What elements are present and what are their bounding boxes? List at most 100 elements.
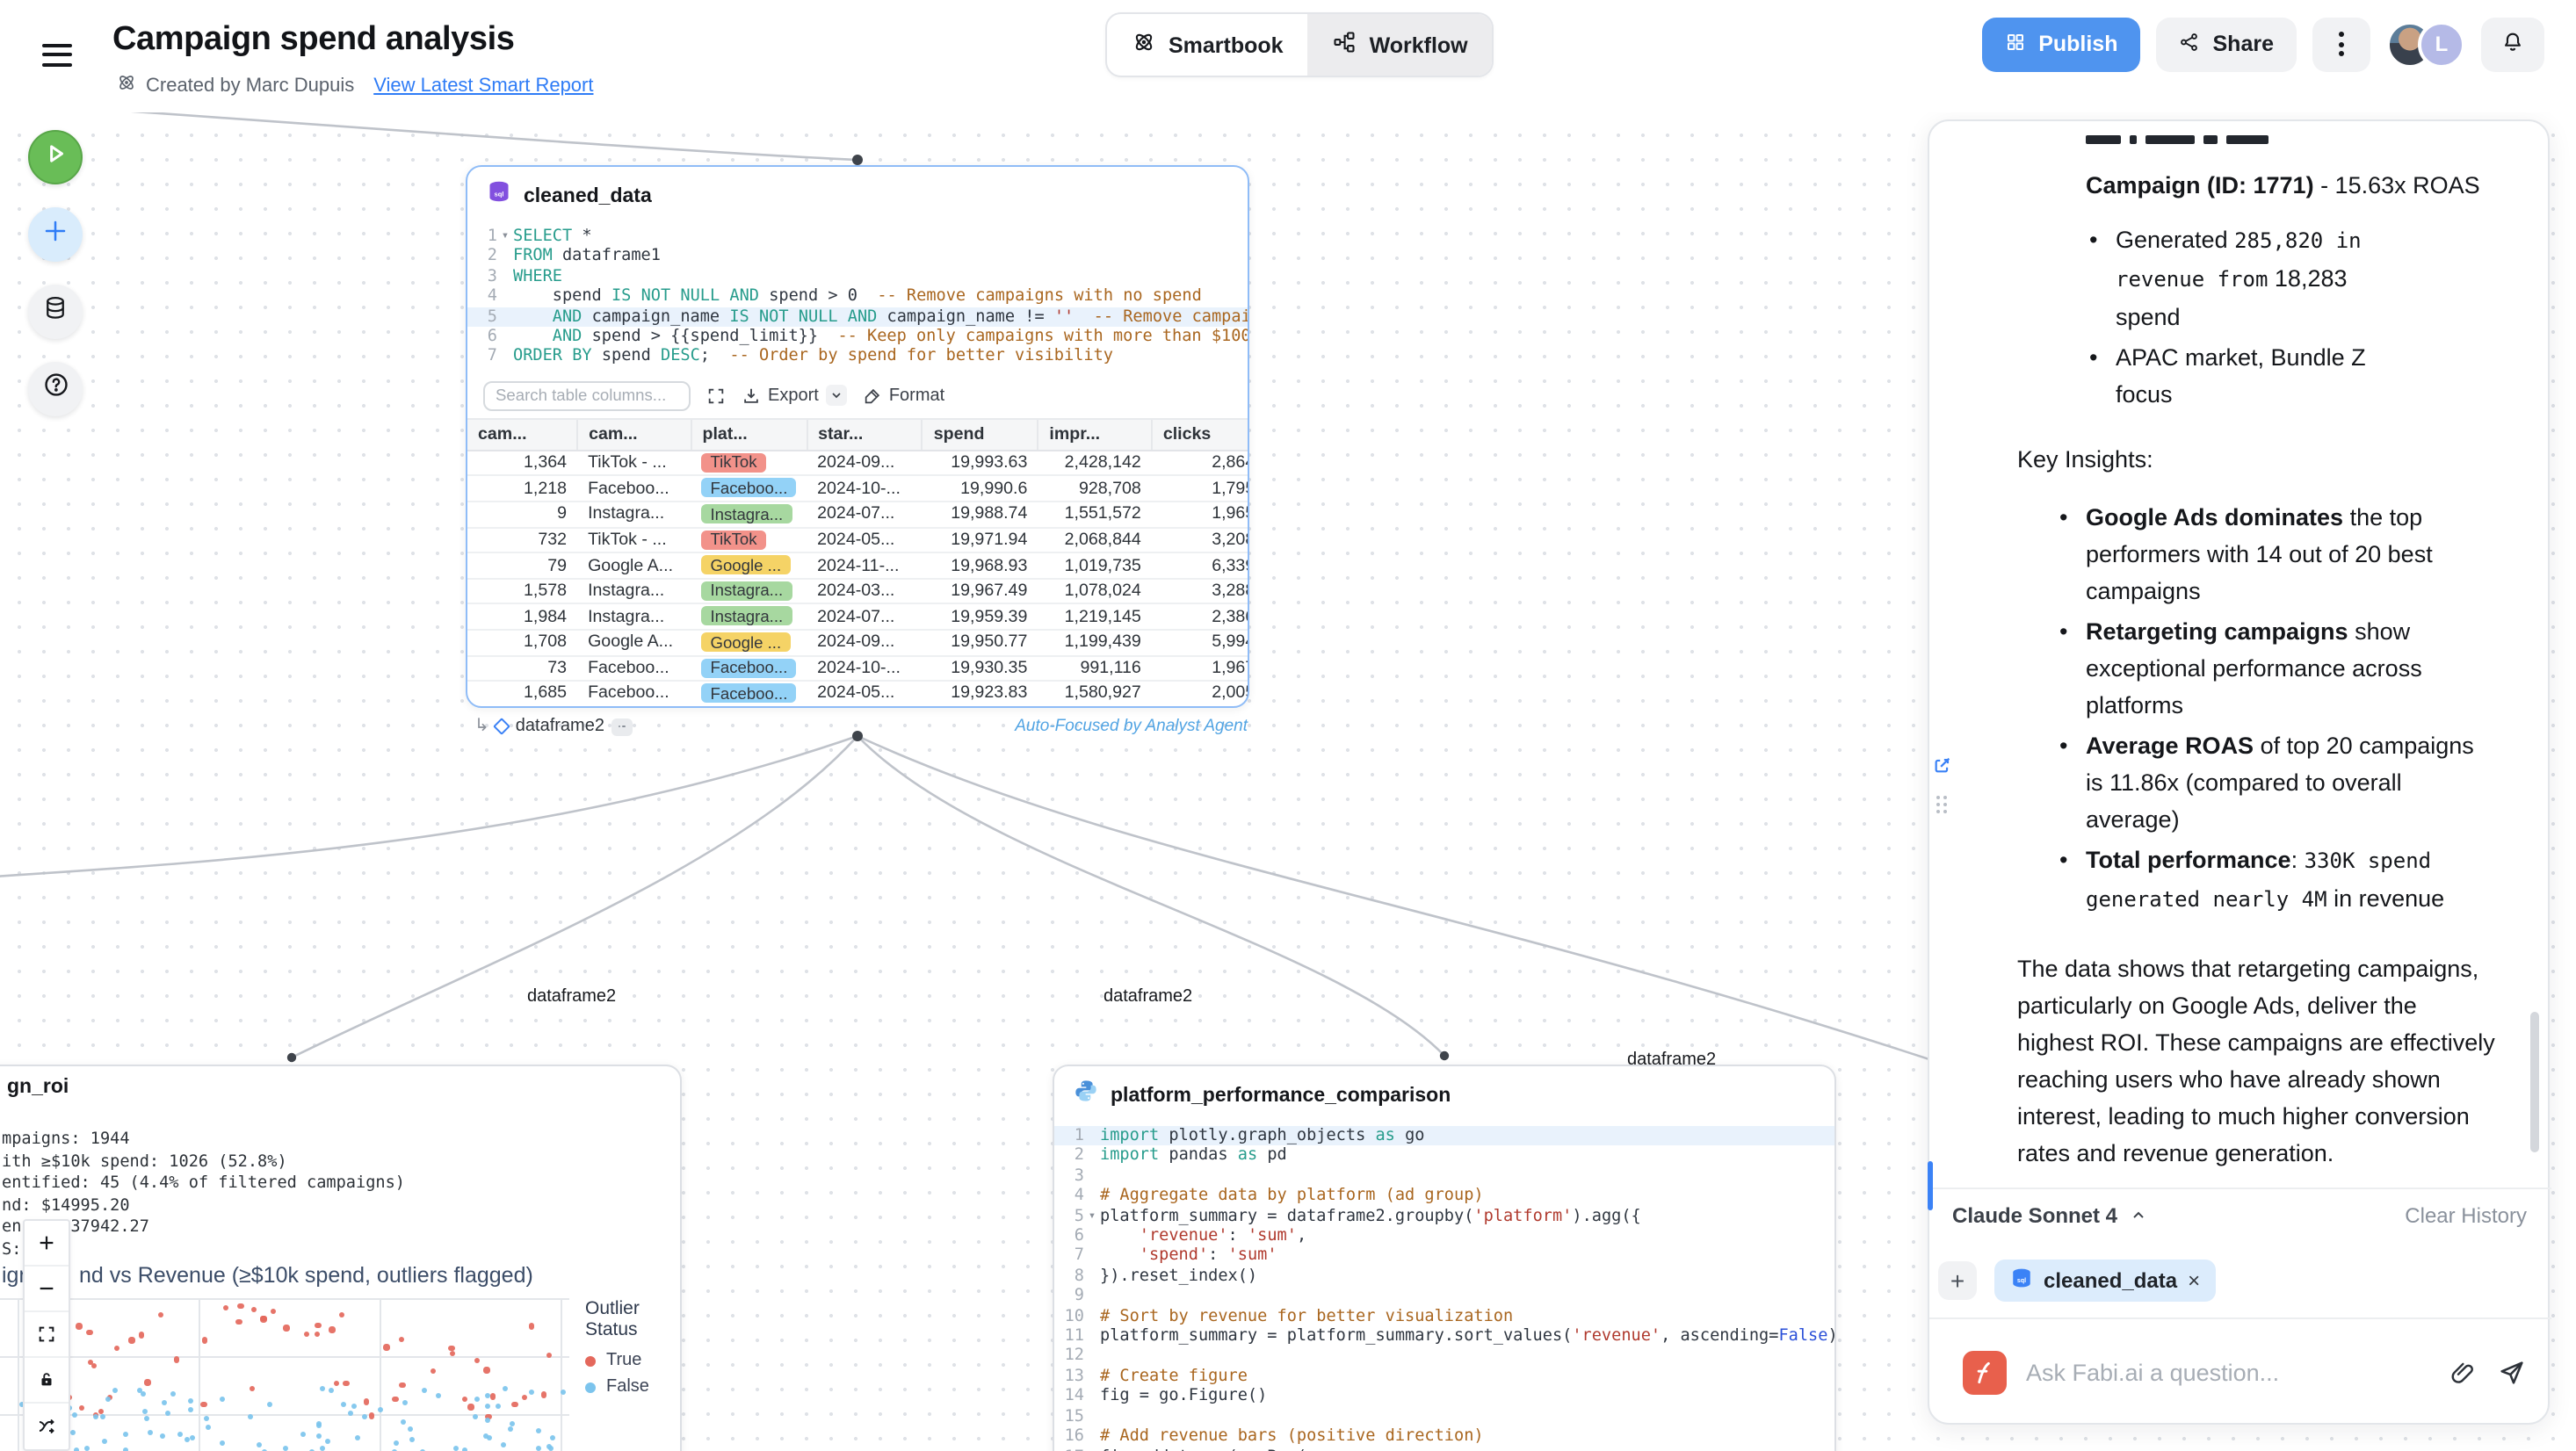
table-row[interactable]: 1,364TikTok - ...TikTok2024-09...19,993.… (467, 451, 1249, 476)
key-insights-list: Google Ads dominates the top performers … (2059, 499, 2492, 919)
export-button[interactable]: Export (742, 386, 847, 407)
attach-file-button[interactable] (2449, 1359, 2478, 1387)
column-header[interactable]: cam... (467, 419, 577, 451)
format-button[interactable]: Format (863, 386, 944, 406)
table-row[interactable]: 1,685Faceboo...Faceboo...2024-05...19,92… (467, 681, 1249, 706)
table-row[interactable]: 79Google A...Google ...2024-11-...19,968… (467, 552, 1249, 578)
node-cleaned-data[interactable]: sql cleaned_data 1▾SELECT *2FROM datafra… (466, 165, 1249, 708)
scatter-point (112, 1387, 118, 1392)
panel-scrollbar[interactable] (2530, 1012, 2539, 1152)
table-row[interactable]: 1,218Faceboo...Faceboo...2024-10-...19,9… (467, 476, 1249, 502)
help-button[interactable] (28, 362, 83, 416)
node-platform-performance-comparison[interactable]: platform_performance_comparison 1import … (1053, 1065, 1836, 1451)
platform-badge: TikTok (702, 530, 766, 549)
table-cell: 6,339 (1152, 552, 1249, 578)
column-header[interactable]: impr... (1038, 419, 1151, 451)
node-campaign-roi[interactable]: gn_roi mpaigns: 1944ith ≥$10k spend: 102… (0, 1065, 682, 1451)
code-line: 16# Add revenue bars (positive direction… (1054, 1426, 1834, 1447)
table-cell: Faceboo... (691, 681, 807, 706)
table-cell: 19,950.77 (923, 630, 1038, 655)
scatter-point (550, 1436, 555, 1441)
scatter-point (105, 1396, 111, 1401)
table-header-row[interactable]: cam...cam...plat...star...spendimpr...cl… (467, 419, 1249, 451)
legend-item[interactable]: True (585, 1351, 680, 1370)
more-options-button[interactable] (2312, 17, 2370, 71)
table-cell: 2,864 (1152, 451, 1249, 476)
table-row[interactable]: 1,708Google A...Google ...2024-09...19,9… (467, 630, 1249, 655)
table-cell: 19,971.94 (923, 527, 1038, 552)
scatter-point (190, 1434, 195, 1440)
scatter-point (165, 1410, 170, 1415)
table-row[interactable]: 1,578Instagra...Instagra...2024-03...19,… (467, 579, 1249, 604)
view-smart-report-link[interactable]: View Latest Smart Report (373, 75, 593, 96)
column-header[interactable]: cam... (577, 419, 691, 451)
table-cell: 2024-10-... (807, 476, 923, 502)
dataframe-options-badge[interactable] (611, 718, 633, 735)
table-row[interactable]: 9Instagra...Instagra...2024-07...19,988.… (467, 502, 1249, 527)
collaborator-avatars[interactable]: L (2386, 20, 2465, 68)
shuffle-layout-button[interactable] (25, 1404, 69, 1449)
scatter-point (329, 1388, 334, 1393)
legend-item[interactable]: False (585, 1377, 680, 1397)
column-header[interactable]: plat... (691, 419, 807, 451)
scatter-point (91, 1362, 98, 1368)
data-sources-button[interactable] (28, 285, 83, 339)
add-context-button[interactable]: + (1938, 1260, 1977, 1299)
code-line: 2import pandas as pd (1054, 1146, 1834, 1166)
expand-table-button[interactable] (706, 386, 726, 406)
scatter-point (144, 1416, 149, 1421)
table-cell: 1,551,572 (1038, 502, 1151, 527)
python-editor[interactable]: 1import plotly.graph_objects as go2impor… (1054, 1121, 1834, 1451)
notifications-button[interactable] (2481, 17, 2544, 71)
column-header[interactable]: clicks (1152, 419, 1249, 451)
menu-button[interactable] (42, 44, 72, 67)
scatter-point (368, 1412, 374, 1419)
context-chip-cleaned-data[interactable]: sql cleaned_data × (1994, 1259, 2216, 1301)
column-header[interactable]: star... (807, 419, 923, 451)
chart-legend[interactable]: Outlier Status TrueFalse (585, 1298, 680, 1404)
lock-button[interactable] (25, 1358, 69, 1404)
run-workflow-button[interactable] (28, 130, 83, 184)
canvas-zoom-controls[interactable] (23, 1219, 70, 1451)
message-anchor-icon[interactable] (1933, 752, 1952, 783)
sql-node-icon: sql (487, 179, 511, 213)
play-icon (42, 140, 69, 175)
summary-paragraph: The data shows that retargeting campaign… (2017, 950, 2495, 1172)
scatter-point (122, 1447, 127, 1451)
table-cell: 1,967 (1152, 655, 1249, 681)
output-dataframe-chip[interactable]: ↳ dataframe2 (474, 717, 633, 736)
scatter-point (474, 1358, 481, 1364)
tab-workflow[interactable]: Workflow (1308, 14, 1493, 76)
zoom-in-button[interactable] (25, 1221, 69, 1267)
table-row[interactable]: 732TikTok - ...TikTok2024-05...19,971.94… (467, 527, 1249, 552)
publish-button[interactable]: Publish (1982, 17, 2140, 71)
add-node-button[interactable] (28, 207, 83, 262)
avatar-letter[interactable]: L (2418, 20, 2465, 68)
chat-messages[interactable]: Campaign (ID: 1771) - 15.63x ROAS Genera… (1929, 121, 2551, 1189)
smartbook-icon (1132, 30, 1156, 60)
workflow-icon (1333, 30, 1357, 60)
fabi-atom-icon (116, 72, 137, 98)
share-button[interactable]: Share (2157, 17, 2297, 71)
drag-handle[interactable] (1936, 796, 1950, 817)
column-header[interactable]: spend (923, 419, 1038, 451)
zoom-out-button[interactable] (25, 1267, 69, 1312)
scatter-point (399, 1336, 405, 1342)
clear-history-button[interactable]: Clear History (2405, 1203, 2527, 1228)
fit-view-button[interactable] (25, 1312, 69, 1358)
table-row[interactable]: 73Faceboo...Faceboo...2024-10-...19,930.… (467, 655, 1249, 681)
platform-badge: TikTok (702, 453, 766, 473)
tab-smartbook[interactable]: Smartbook (1107, 14, 1308, 76)
table-row[interactable]: 1,984Instagra...Instagra...2024-07...19,… (467, 604, 1249, 630)
code-line: 13# Create figure (1054, 1367, 1834, 1387)
scatter-plot[interactable] (0, 1291, 573, 1451)
ask-fabi-input[interactable] (2026, 1360, 2430, 1386)
scatter-point (540, 1391, 546, 1397)
model-selector[interactable]: Claude Sonnet 4 (1952, 1203, 2147, 1228)
export-options-chevron[interactable] (826, 386, 847, 407)
send-button[interactable] (2497, 1358, 2527, 1388)
remove-context-icon[interactable]: × (2188, 1267, 2200, 1292)
sql-editor[interactable]: 1▾SELECT *2FROM dataframe13WHERE4 spend … (467, 221, 1248, 374)
search-table-columns-input[interactable] (483, 381, 691, 411)
results-table[interactable]: cam...cam...plat...star...spendimpr...cl… (467, 418, 1249, 708)
